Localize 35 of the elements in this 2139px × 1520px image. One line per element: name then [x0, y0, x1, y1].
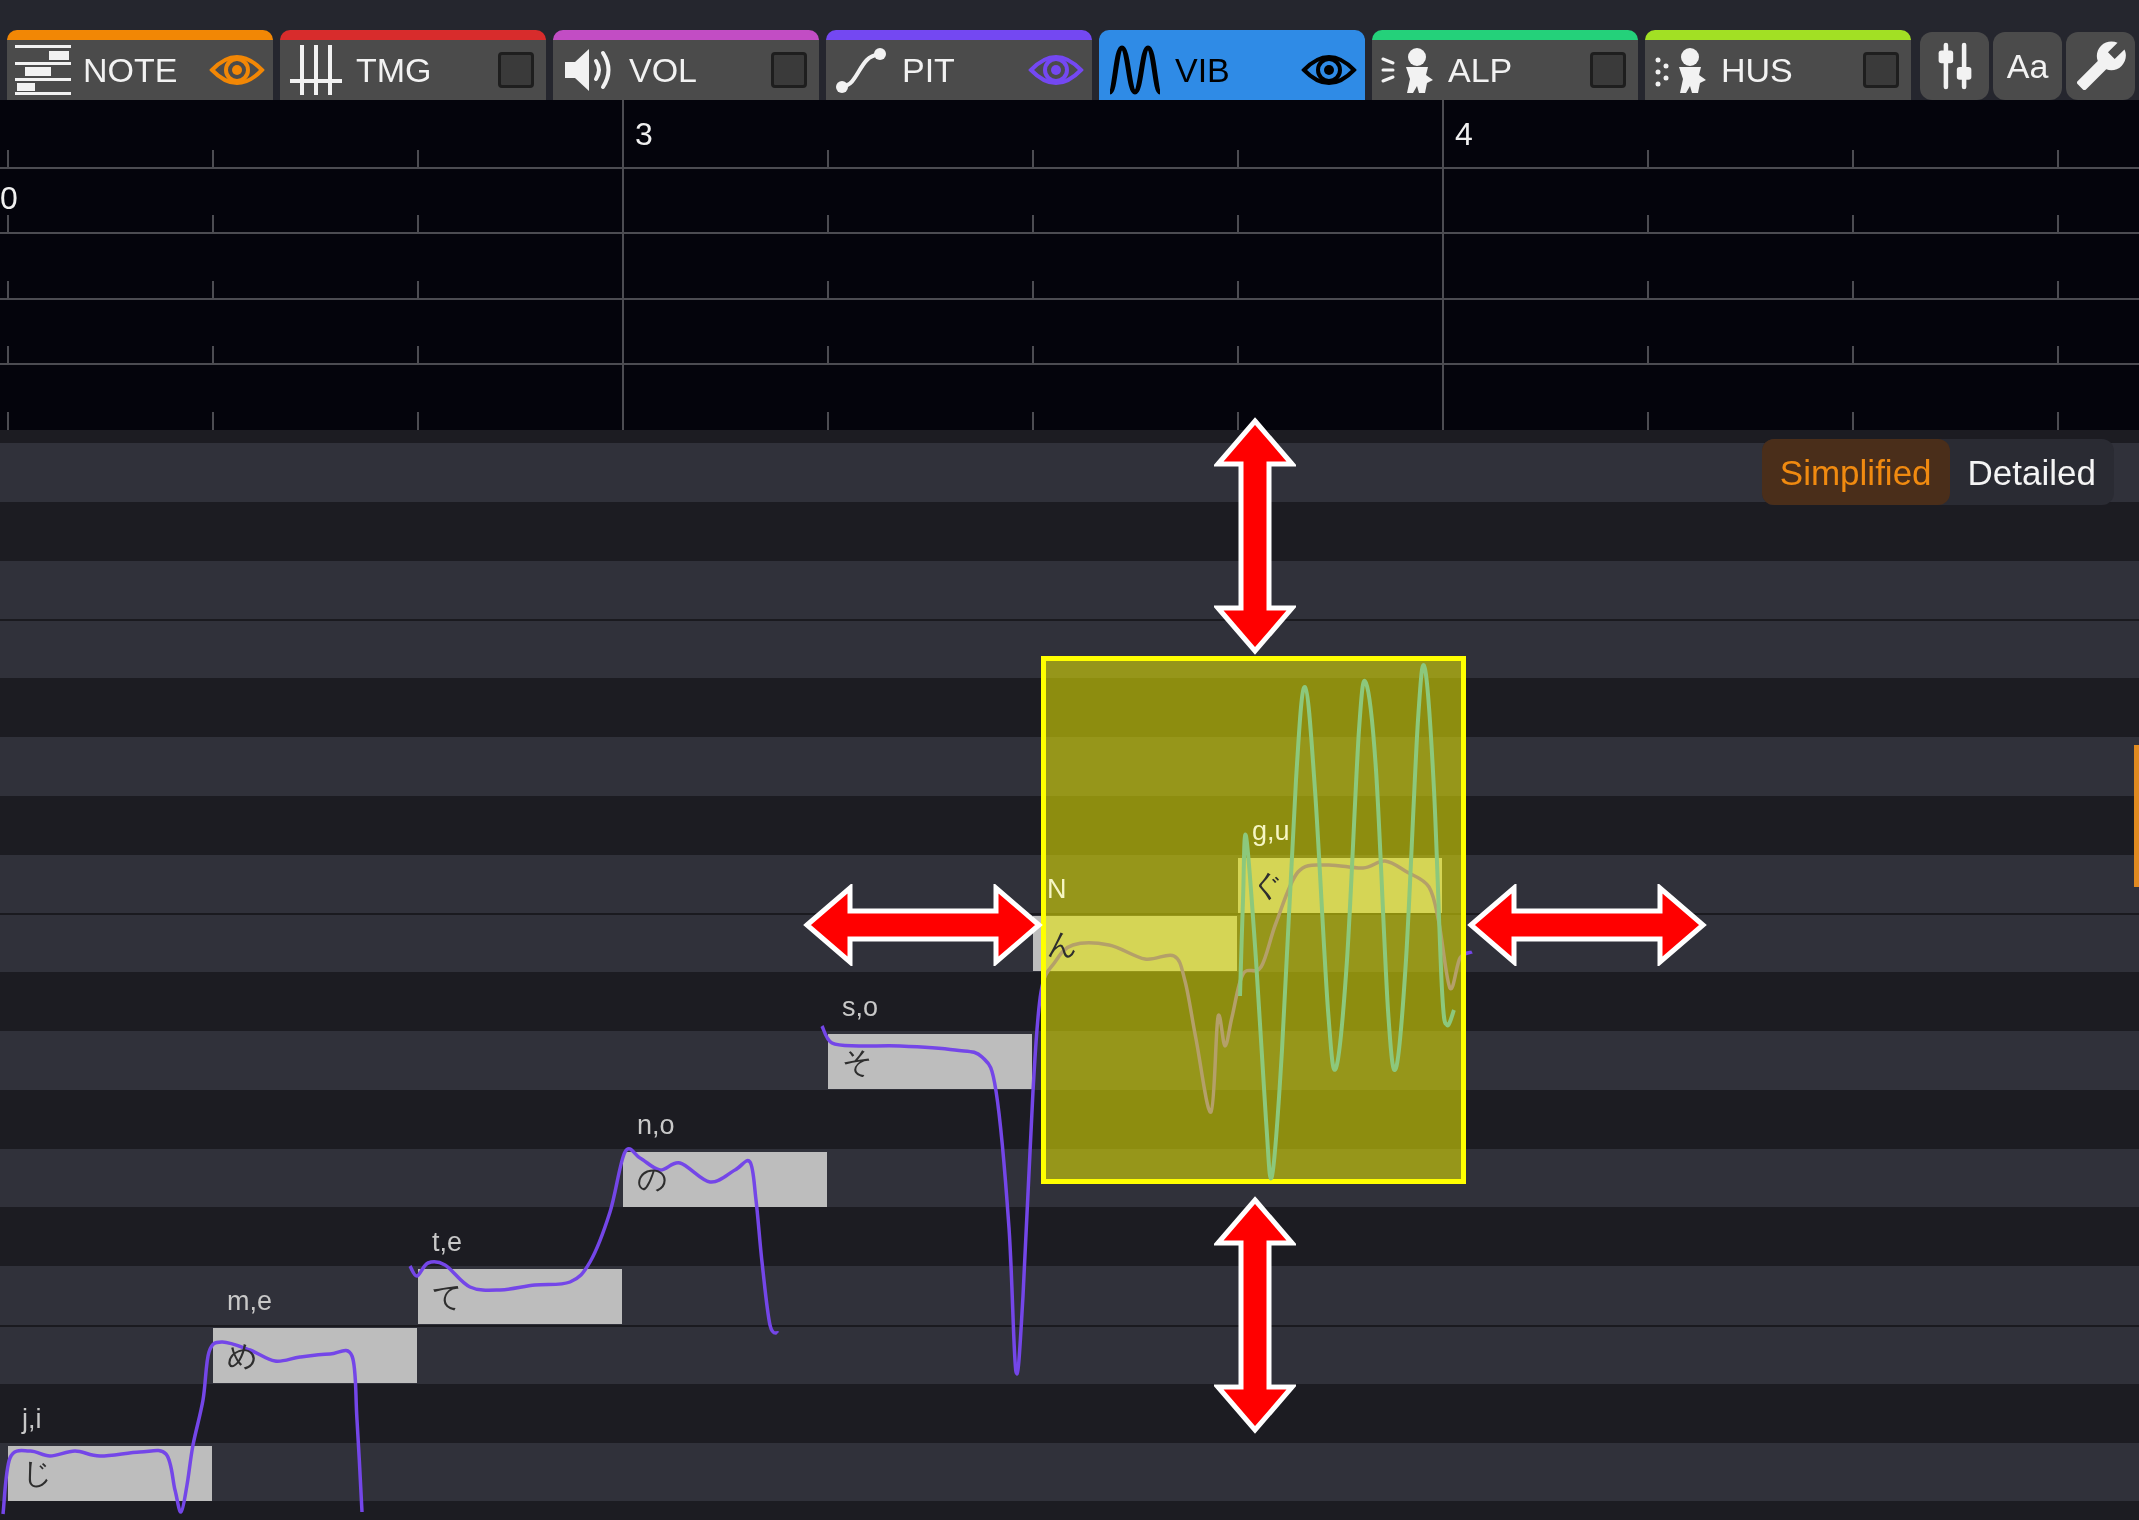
- phoneme-label: s,o: [842, 994, 879, 1021]
- checkbox[interactable]: [771, 52, 807, 88]
- note[interactable]: て: [418, 1269, 622, 1325]
- tab[interactable]: ALP: [1372, 30, 1638, 100]
- phoneme-label: N: [1047, 876, 1067, 904]
- checkbox[interactable]: [1863, 52, 1899, 88]
- note[interactable]: め: [213, 1328, 417, 1383]
- bar-number: 3: [635, 118, 653, 150]
- bar-number: 4: [1455, 118, 1473, 150]
- wrench-icon: [2075, 41, 2126, 91]
- view-mode-tab[interactable]: Simplified: [1761, 439, 1950, 505]
- piano-roll-icon: [15, 45, 71, 95]
- note[interactable]: ん: [1033, 916, 1237, 972]
- checkbox[interactable]: [498, 52, 534, 88]
- tab[interactable]: VOL: [553, 30, 819, 100]
- sliders-button[interactable]: [1920, 32, 1989, 100]
- phoneme-label: n,o: [637, 1111, 675, 1139]
- phoneme-label: m,e: [227, 1288, 272, 1315]
- phoneme-label: j,i: [22, 1405, 42, 1433]
- scrollbar-thumb[interactable]: [2134, 745, 2139, 887]
- tab[interactable]: VIB: [1099, 30, 1365, 100]
- checkbox[interactable]: [1590, 52, 1626, 88]
- note[interactable]: そ: [828, 1034, 1032, 1089]
- tab[interactable]: NOTE: [7, 30, 273, 100]
- phoneme-label: t,e: [432, 1229, 463, 1257]
- tab[interactable]: TMG: [280, 30, 546, 100]
- vertical-lines-icon: [288, 45, 344, 95]
- font-button[interactable]: Aa: [1993, 32, 2062, 100]
- ruler-label: 0: [0, 182, 18, 214]
- settings-button[interactable]: [2066, 32, 2135, 100]
- tab[interactable]: HUS: [1645, 30, 1911, 100]
- tab[interactable]: PIT: [826, 30, 1092, 100]
- view-mode-tab[interactable]: Detailed: [1949, 439, 2114, 505]
- note[interactable]: の: [623, 1151, 827, 1207]
- wave-icon: [1107, 45, 1163, 95]
